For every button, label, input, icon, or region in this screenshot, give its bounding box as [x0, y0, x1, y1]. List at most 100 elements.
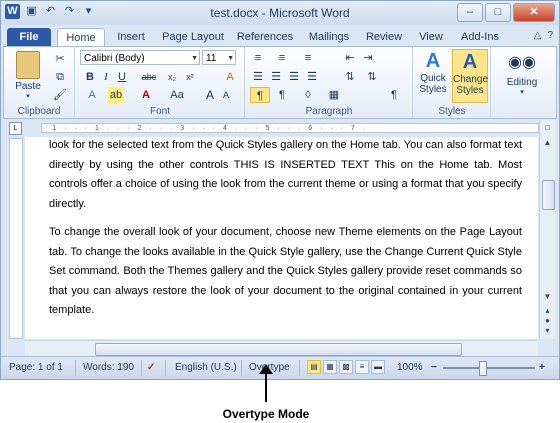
strikethrough-button[interactable]: abc [138, 69, 160, 85]
superscript-button[interactable]: x² [182, 69, 198, 85]
tab-mailings[interactable]: Mailings [303, 28, 355, 46]
decrease-indent-icon[interactable]: ⇤ [342, 50, 358, 66]
grow-font-button[interactable]: A [202, 87, 218, 103]
divider [165, 360, 166, 376]
font-name-combo[interactable]: Calibri (Body) ▼ [80, 50, 200, 65]
chevron-down-icon: ▾ [520, 89, 524, 96]
zoom-out-icon[interactable]: − [431, 361, 437, 375]
vertical-scroll-thumb[interactable] [542, 180, 555, 210]
proofing-icon[interactable]: ✓ [147, 361, 155, 375]
page-count[interactable]: Page: 1 of 1 [9, 361, 63, 375]
tab-references[interactable]: References [233, 28, 297, 46]
web-layout-icon[interactable]: ▩ [339, 360, 353, 374]
highlight-icon[interactable]: ab [108, 87, 124, 103]
bold-button[interactable]: B [82, 69, 98, 85]
word-count[interactable]: Words: 190 [83, 361, 134, 375]
borders-icon[interactable]: ▦ [326, 87, 342, 103]
callout-label: Overtype Mode [222, 407, 310, 421]
shrink-font-button[interactable]: A [218, 87, 234, 103]
tab-selector-icon[interactable]: L [9, 122, 22, 135]
help-icon[interactable]: ? [547, 30, 553, 41]
clipboard-group-label: Clipboard [17, 106, 61, 117]
text-effects-icon[interactable]: A [84, 87, 100, 103]
ribbon: Paste ▾ ✂ ⧉ 🖌 Clipboard Calibri (Body) ▼ … [3, 46, 557, 119]
draft-view-icon[interactable]: ▬ [371, 360, 385, 374]
scroll-up-icon[interactable]: ▲ [542, 138, 553, 148]
paragraph-group: ≡ ≡ ≡ ⇤ ⇥ ☰ ☰ ☰ ☰ ⇅ ¶ ¶ ◊ ▦ ⇅ ¶ Paragrap… [246, 47, 413, 118]
status-bar: Page: 1 of 1 Words: 190 ✓ English (U.S.)… [1, 356, 559, 379]
tab-add-ins[interactable]: Add-Ins [455, 28, 505, 46]
copy-icon[interactable]: ⧉ [52, 69, 68, 85]
paste-icon [16, 51, 40, 79]
align-left-icon[interactable]: ☰ [250, 69, 266, 85]
font-color-icon[interactable]: A [138, 87, 154, 103]
minimize-button[interactable]: – [457, 3, 483, 22]
language-indicator[interactable]: English (U.S.) [175, 361, 237, 375]
zoom-slider-track[interactable] [443, 367, 535, 369]
tab-home[interactable]: Home [57, 28, 105, 47]
line-spacing-icon[interactable]: ⇅ [342, 69, 358, 85]
divider [141, 360, 142, 376]
ruler-scale[interactable]: · 1 · · · 1 · · · 2 · · · 3 · · · 4 · · … [41, 123, 539, 133]
zoom-in-icon[interactable]: + [539, 361, 545, 375]
maximize-button[interactable]: □ [485, 3, 511, 22]
cut-icon[interactable]: ✂ [52, 51, 68, 67]
multilevel-list-icon[interactable]: ≡ [300, 50, 316, 66]
right-to-left-icon[interactable]: ¶ [272, 87, 292, 103]
align-center-icon[interactable]: ☰ [268, 69, 284, 85]
quick-styles-icon: A [425, 50, 441, 72]
zoom-level[interactable]: 100% [397, 361, 423, 375]
clipboard-group: Paste ▾ ✂ ⧉ 🖌 Clipboard [4, 47, 75, 118]
bullets-icon[interactable]: ≡ [250, 50, 266, 66]
document-page[interactable]: look for the selected text from the Quic… [25, 137, 538, 339]
tab-view[interactable]: View [413, 28, 449, 46]
divider [75, 360, 76, 376]
ruler-toggle-icon[interactable]: □ [542, 123, 553, 133]
print-layout-view-icon[interactable]: ▤ [307, 360, 321, 374]
editing-button[interactable]: ◉◉ Editing ▾ [498, 49, 546, 103]
editing-group: ◉◉ Editing ▾ [492, 47, 554, 118]
minimize-ribbon-icon[interactable]: △ [534, 30, 542, 41]
window-controls: – □ ✕ [457, 3, 555, 22]
scroll-down-icon[interactable]: ▼ [542, 292, 553, 302]
left-to-right-icon[interactable]: ¶ [250, 87, 270, 103]
change-styles-button[interactable]: A Change Styles [452, 49, 488, 103]
font-size-combo[interactable]: 11 ▼ [202, 50, 236, 65]
document-paragraph[interactable]: To change the overall look of your docum… [49, 223, 522, 321]
quick-styles-button[interactable]: A Quick Styles [416, 49, 450, 103]
underline-button[interactable]: U [114, 69, 130, 85]
select-browse-object-icon[interactable]: ● [542, 316, 553, 326]
tab-review[interactable]: Review [361, 28, 407, 46]
align-right-icon[interactable]: ☰ [286, 69, 302, 85]
sort-icon[interactable]: ⇅ [364, 69, 380, 85]
italic-button[interactable]: I [98, 69, 114, 85]
increase-indent-icon[interactable]: ⇥ [360, 50, 376, 66]
subscript-button[interactable]: x₂ [164, 69, 180, 85]
paragraph-group-label: Paragraph [305, 106, 353, 117]
vertical-scrollbar[interactable]: □ ▲ ▼ ▴ ● ▾ [539, 120, 555, 339]
change-case-button[interactable]: Aa [166, 87, 188, 103]
previous-page-icon[interactable]: ▴ [542, 306, 553, 316]
horizontal-scrollbar[interactable] [25, 340, 538, 356]
close-button[interactable]: ✕ [513, 3, 555, 22]
show-hide-button[interactable]: ¶ [386, 87, 402, 103]
tab-page-layout[interactable]: Page Layout [159, 28, 227, 46]
numbering-icon[interactable]: ≡ [274, 50, 290, 66]
outline-view-icon[interactable]: ≡ [355, 360, 369, 374]
document-paragraph[interactable]: look for the selected text from the Quic… [49, 137, 522, 214]
styles-group: A Quick Styles A Change Styles Styles [414, 47, 491, 118]
shading-icon[interactable]: ◊ [300, 87, 316, 103]
zoom-slider-thumb[interactable] [479, 361, 487, 376]
next-page-icon[interactable]: ▾ [542, 326, 553, 336]
paste-button[interactable]: Paste ▾ [10, 49, 46, 100]
justify-icon[interactable]: ☰ [304, 69, 320, 85]
vertical-ruler [9, 138, 23, 339]
styles-group-label: Styles [438, 106, 466, 117]
full-screen-reading-icon[interactable]: ▦ [323, 360, 337, 374]
tab-file[interactable]: File [7, 28, 51, 46]
format-painter-icon[interactable]: 🖌 [52, 87, 68, 103]
horizontal-scroll-thumb[interactable] [95, 343, 462, 356]
ribbon-tabs: File Home Insert Page Layout References … [1, 25, 559, 47]
clear-formatting-icon[interactable]: A [222, 69, 238, 85]
tab-insert[interactable]: Insert [109, 28, 153, 46]
